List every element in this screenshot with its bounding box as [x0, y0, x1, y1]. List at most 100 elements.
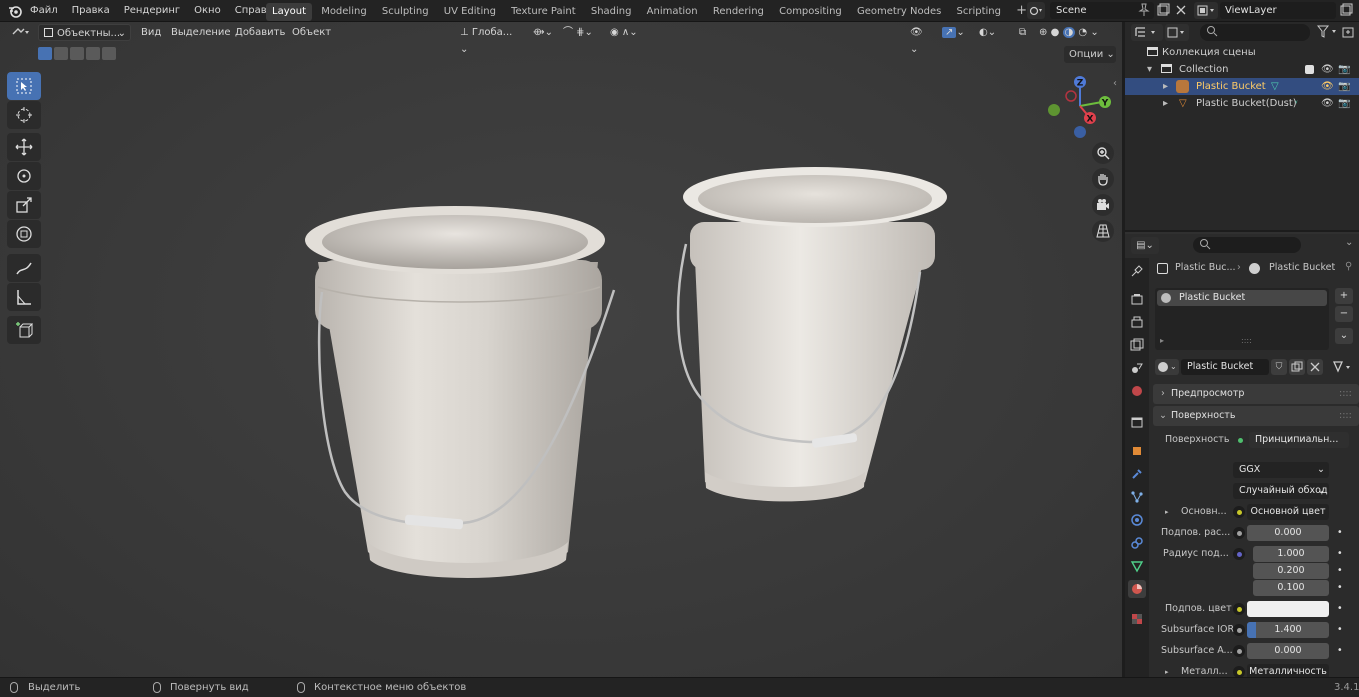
subsurface-radius-z-field[interactable]: 0.100 — [1253, 580, 1329, 596]
tab-animation[interactable]: Animation — [641, 3, 704, 21]
tab-modeling[interactable]: Modeling — [315, 3, 373, 21]
scene-tab-icon[interactable] — [1128, 359, 1146, 377]
chevron-down-icon[interactable]: ⌄ — [1345, 237, 1353, 248]
3d-viewport[interactable]: Объектны... ⌄ Вид Выделение Добавить Объе… — [0, 22, 1122, 677]
view-layer-browse-icon[interactable] — [1194, 2, 1218, 19]
outliner-scene-collection[interactable]: Коллекция сцены — [1125, 44, 1359, 61]
render-camera-icon[interactable]: 📷 — [1338, 78, 1350, 95]
keyframe-dot-icon[interactable]: • — [1337, 580, 1343, 596]
expand-right-icon[interactable]: ▸ — [1165, 504, 1169, 520]
keyframe-dot-icon[interactable]: • — [1337, 546, 1343, 562]
material-tab-icon[interactable] — [1128, 580, 1146, 598]
menu-edit[interactable]: Правка — [65, 0, 117, 22]
world-tab-icon[interactable] — [1128, 382, 1146, 400]
new-scene-icon[interactable] — [1156, 3, 1170, 17]
outliner-search-input[interactable] — [1200, 24, 1310, 41]
object-tab-icon[interactable] — [1128, 442, 1146, 460]
modifier-tab-icon[interactable] — [1128, 465, 1146, 483]
drag-grip-icon[interactable]: :::: — [1339, 386, 1352, 402]
keyframe-dot-icon[interactable]: • — [1337, 622, 1343, 638]
panel-surface-header[interactable]: ⌄ Поверхность :::: — [1153, 406, 1359, 426]
tab-compositing[interactable]: Compositing — [773, 3, 848, 21]
base-color-link-field[interactable]: Основной цвет — [1247, 504, 1329, 520]
duplicate-material-icon[interactable] — [1289, 359, 1305, 375]
tab-uv-editing[interactable]: UV Editing — [438, 3, 502, 21]
view-layer-field[interactable]: ViewLayer — [1220, 2, 1336, 19]
eye-icon[interactable]: 👁 — [1321, 61, 1334, 78]
subsurface-radius-x-field[interactable]: 1.000 — [1253, 546, 1329, 562]
outliner-editor-type-icon[interactable] — [1131, 24, 1163, 41]
outliner-item-plastic-bucket-dust[interactable]: ▸ ▽ Plastic Bucket(Dust) ᵞ 👁 📷 — [1125, 95, 1359, 112]
panel-preview-header[interactable]: › Предпросмотр :::: — [1153, 384, 1359, 404]
keyframe-dot-icon[interactable]: • — [1337, 643, 1343, 659]
subsurface-field[interactable]: 0.000 — [1247, 525, 1329, 541]
expand-down-icon[interactable]: ▾ — [1147, 61, 1152, 78]
blender-logo-icon[interactable] — [8, 4, 22, 18]
subsurface-anisotropy-field[interactable]: 0.000 — [1247, 643, 1329, 659]
surface-shader-field[interactable]: Принципиальн... — [1249, 432, 1349, 448]
properties-search-input[interactable] — [1193, 237, 1301, 253]
subsurface-radius-y-field[interactable]: 0.200 — [1253, 563, 1329, 579]
expand-right-icon[interactable]: ▸ — [1163, 78, 1168, 95]
menu-window[interactable]: Окно — [187, 0, 228, 22]
expand-right-icon[interactable]: ▸ — [1163, 95, 1168, 112]
pin-icon[interactable] — [1138, 3, 1150, 20]
material-name-field[interactable]: Plastic Bucket — [1181, 359, 1269, 375]
menu-render[interactable]: Рендеринг — [117, 0, 187, 22]
view-layer-tab-icon[interactable] — [1128, 336, 1146, 354]
fake-user-shield-icon[interactable]: ⛉ — [1271, 359, 1287, 375]
tab-texture-paint[interactable]: Texture Paint — [505, 3, 582, 21]
add-slot-button[interactable]: + — [1335, 288, 1353, 304]
color-socket-icon — [1233, 506, 1245, 518]
subsurface-color-swatch[interactable] — [1247, 601, 1329, 617]
tab-rendering[interactable]: Rendering — [707, 3, 770, 21]
tab-sculpting[interactable]: Sculpting — [376, 3, 435, 21]
render-camera-icon[interactable]: 📷 — [1338, 61, 1350, 78]
collection-tab-icon[interactable] — [1128, 413, 1146, 431]
data-tab-icon[interactable] — [1128, 557, 1146, 575]
tab-geometry-nodes[interactable]: Geometry Nodes — [851, 3, 947, 21]
tool-tab-icon[interactable] — [1128, 262, 1146, 280]
display-mode-icon[interactable] — [1165, 24, 1189, 41]
physics-tab-icon[interactable] — [1128, 511, 1146, 529]
texture-tab-icon[interactable] — [1128, 610, 1146, 628]
expand-right-icon[interactable]: ▸ — [1160, 336, 1164, 345]
output-tab-icon[interactable] — [1128, 313, 1146, 331]
keyframe-dot-icon[interactable]: • — [1337, 601, 1343, 617]
render-camera-icon[interactable]: 📷 — [1338, 95, 1350, 112]
distribution-dropdown[interactable]: GGX ⌄ — [1233, 462, 1329, 478]
constraints-tab-icon[interactable] — [1128, 534, 1146, 552]
subsurface-method-dropdown[interactable]: Случайный обход ⌄ — [1233, 483, 1329, 499]
bucket-left[interactable] — [305, 206, 616, 578]
material-slot-item[interactable]: Plastic Bucket — [1157, 290, 1327, 306]
subsurface-ior-field[interactable]: 1.400 — [1247, 622, 1329, 638]
keyframe-dot-icon[interactable]: • — [1337, 563, 1343, 579]
tab-layout[interactable]: Layout — [266, 3, 312, 21]
link-dropdown-icon[interactable] — [1331, 359, 1355, 375]
browse-material-button[interactable]: ⌄ — [1155, 359, 1179, 375]
filter-icon[interactable] — [1316, 25, 1339, 42]
menu-file[interactable]: Файл — [23, 0, 65, 22]
drag-grip-icon[interactable]: :::: — [1339, 408, 1352, 424]
exclude-checkbox[interactable] — [1305, 65, 1314, 74]
new-view-layer-icon[interactable] — [1339, 3, 1353, 17]
particles-tab-icon[interactable] — [1128, 488, 1146, 506]
tab-shading[interactable]: Shading — [585, 3, 638, 21]
eye-icon[interactable]: 👁 — [1321, 95, 1334, 112]
scene-browse-icon[interactable] — [1027, 2, 1045, 19]
render-tab-icon[interactable] — [1128, 290, 1146, 308]
keyframe-dot-icon[interactable]: • — [1337, 525, 1343, 541]
outliner-item-plastic-bucket[interactable]: ▸ Plastic Bucket ▽ 👁 📷 — [1125, 78, 1359, 95]
tab-scripting[interactable]: Scripting — [951, 3, 1007, 21]
remove-slot-button[interactable]: − — [1335, 306, 1353, 322]
properties-editor-type-icon[interactable]: ▤⌄ — [1131, 237, 1159, 254]
delete-scene-icon[interactable] — [1174, 3, 1188, 17]
slot-specials-button[interactable]: ⌄ — [1335, 328, 1353, 344]
eye-icon[interactable]: 👁 — [1321, 78, 1334, 95]
bucket-right[interactable] — [676, 167, 947, 502]
pin-icon[interactable]: ⚲ — [1345, 261, 1352, 272]
outliner-collection[interactable]: ▾ Collection 👁 📷 — [1125, 61, 1359, 78]
resize-grip-icon[interactable]: :::: — [1241, 336, 1252, 345]
new-collection-icon[interactable] — [1341, 25, 1355, 42]
unlink-material-icon[interactable] — [1307, 359, 1323, 375]
